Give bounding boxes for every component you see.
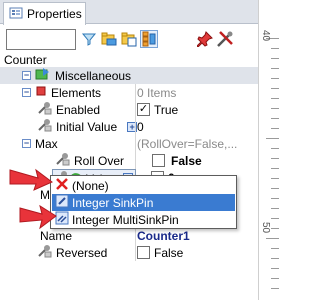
object-name: Counter (4, 53, 47, 67)
property-row-initial-value[interactable]: Initial Value + 0 (0, 118, 258, 135)
property-name: Reversed (56, 245, 108, 260)
property-value[interactable]: (RollOver=False,... (137, 135, 258, 152)
properties-icon (9, 6, 23, 23)
category-label: Miscellaneous (55, 68, 132, 83)
property-value[interactable]: 0 (137, 118, 258, 135)
tab-properties[interactable]: Properties (3, 2, 86, 25)
dropdown-item-label: Integer MultiSinkPin (72, 212, 179, 227)
tools-icon[interactable] (216, 30, 234, 48)
search-input[interactable] (6, 29, 76, 50)
dropdown-item-integer-sinkpin[interactable]: Integer SinkPin (52, 194, 235, 211)
dropdown-item-label: Integer SinkPin (72, 195, 154, 210)
property-row-elements[interactable]: − Elements 0 Items (0, 84, 258, 101)
property-row-enabled[interactable]: Enabled ✓ True (0, 101, 258, 118)
property-value[interactable]: Counter1 (137, 227, 258, 244)
pin-type-dropdown: (None) Integer SinkPin Integer MultiSink… (50, 175, 237, 229)
property-name: Elements (51, 85, 102, 100)
elements-icon (35, 85, 47, 100)
none-icon (55, 177, 69, 194)
property-name: Max (35, 136, 58, 151)
expand-icon[interactable]: − (22, 88, 31, 97)
property-pages-icon[interactable] (140, 30, 158, 48)
annotation-arrow-icon (19, 204, 57, 230)
property-name: Enabled (56, 102, 101, 117)
ruler-label-40: 40 (260, 30, 271, 42)
tab-label: Properties (27, 7, 82, 21)
collapse-icon[interactable]: − (22, 139, 31, 148)
roll-over-checkbox[interactable] (152, 154, 165, 167)
wrench-icon (36, 101, 52, 118)
property-name: Initial Value (56, 119, 118, 134)
dropdown-item-none[interactable]: (None) (52, 177, 235, 194)
tab-strip: Properties (0, 0, 258, 25)
property-value: False (154, 245, 184, 260)
collapse-icon[interactable]: − (22, 71, 31, 80)
dropdown-item-integer-multisinkpin[interactable]: Integer MultiSinkPin (52, 211, 235, 228)
filter-icon[interactable] (80, 30, 98, 48)
enabled-checkbox[interactable]: ✓ (137, 103, 150, 116)
categorized-icon[interactable] (100, 30, 118, 48)
reversed-checkbox[interactable] (137, 246, 150, 259)
vertical-ruler: 40 50 (258, 0, 279, 300)
property-row-reversed[interactable]: Reversed False (0, 244, 258, 261)
dropdown-item-label: (None) (72, 178, 109, 193)
property-value[interactable]: 0 Items (137, 84, 258, 101)
property-row-max[interactable]: − Max (RollOver=False,... (0, 135, 258, 152)
ruler-label-50: 50 (260, 222, 271, 234)
annotation-arrow-icon (9, 168, 53, 191)
property-name: Roll Over (74, 153, 125, 168)
wrench-icon (36, 244, 52, 261)
property-value: True (154, 102, 179, 117)
category-miscellaneous[interactable]: − Miscellaneous (0, 67, 258, 84)
property-value: False (171, 153, 202, 168)
misc-category-icon (35, 67, 51, 84)
alphabetical-icon[interactable] (120, 30, 138, 48)
wrench-icon (54, 152, 70, 169)
wrench-icon (36, 118, 52, 135)
pin-icon[interactable] (196, 30, 214, 48)
toolbar (0, 25, 258, 53)
